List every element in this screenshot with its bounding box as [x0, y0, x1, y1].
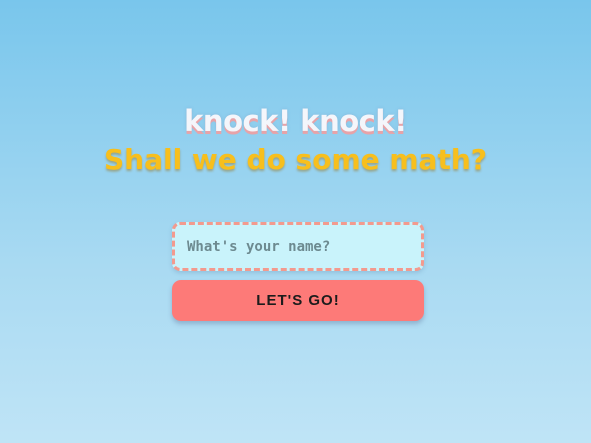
headline-title: Shall we do some math?	[103, 143, 488, 176]
greeting-title: knock! knock!	[184, 104, 407, 138]
lets-go-button[interactable]: LET'S GO!	[172, 280, 424, 321]
welcome-screen: knock! knock! Shall we do some math? LET…	[0, 0, 591, 443]
name-input[interactable]	[172, 222, 424, 271]
name-form: LET'S GO!	[172, 222, 424, 321]
